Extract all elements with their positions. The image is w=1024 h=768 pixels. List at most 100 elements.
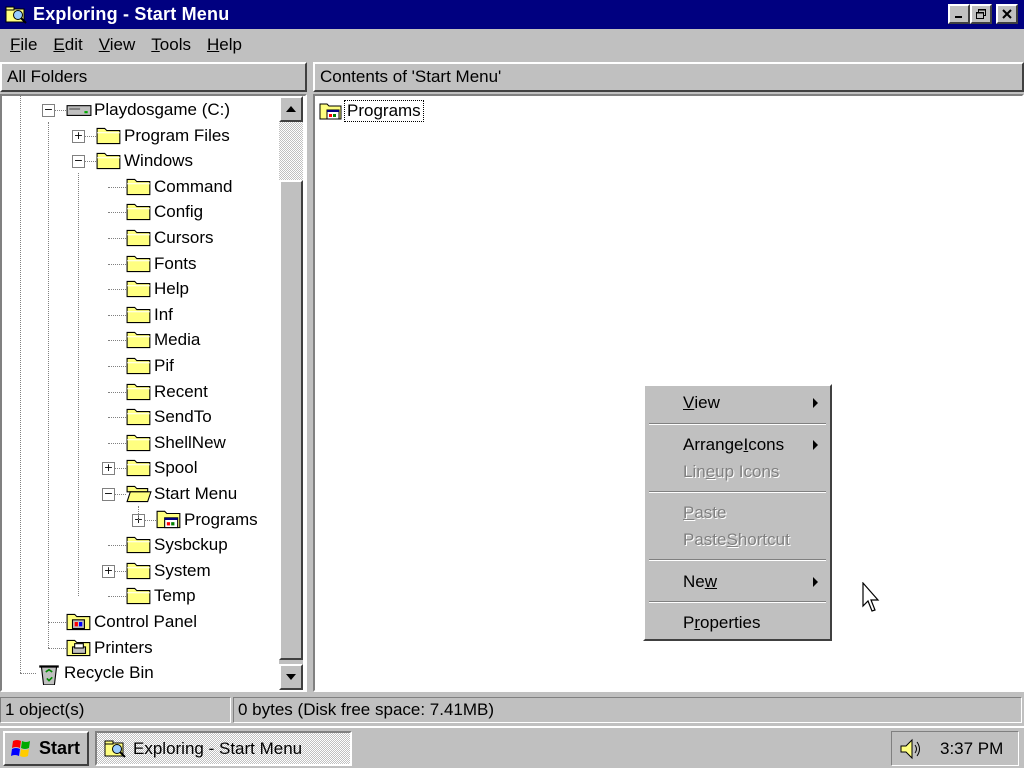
- tree-item[interactable]: Pif: [126, 354, 176, 378]
- tree-item[interactable]: System: [126, 559, 213, 583]
- status-object-count: 1 object(s): [0, 697, 231, 723]
- tree-item[interactable]: Command: [126, 175, 234, 199]
- tree-item[interactable]: ShellNew: [126, 431, 228, 455]
- folder-icon: [96, 153, 121, 170]
- folder-icon: [126, 434, 151, 451]
- menu-edit[interactable]: Edit: [45, 35, 90, 55]
- start-label: Start: [39, 738, 81, 758]
- recycle-bin-icon: [39, 665, 59, 686]
- expand-icon[interactable]: +: [72, 129, 85, 143]
- tree-connector: [108, 238, 126, 239]
- tree-item[interactable]: Fonts: [126, 252, 199, 276]
- context-menu: View Arrange Icons Lin e up Icons Paste P…: [643, 384, 832, 641]
- tree-item[interactable]: Start Menu: [126, 482, 239, 506]
- open-folder-icon: [126, 485, 152, 503]
- folder-icon: [126, 588, 151, 605]
- tree-scrollbar[interactable]: [279, 96, 303, 690]
- taskbar: Start Exploring - Start Menu 3:37 PM: [0, 726, 1024, 768]
- tree-connector: [108, 314, 126, 316]
- tree-connector: [48, 122, 49, 648]
- tree-item[interactable]: Cursors: [126, 226, 216, 250]
- tree-item-label: Printers: [94, 637, 153, 657]
- folder-icon: [126, 409, 151, 426]
- tree-item-label: Recent: [154, 381, 208, 401]
- title-bar[interactable]: Exploring - Start Menu: [0, 0, 1024, 29]
- tree-item-label: Windows: [124, 151, 193, 171]
- collapse-icon[interactable]: −: [102, 488, 115, 501]
- tree-item[interactable]: Program Files: [96, 124, 232, 148]
- status-objects-text: 1 object(s): [5, 700, 85, 719]
- menu-view[interactable]: View: [91, 35, 144, 55]
- submenu-arrow-icon: [813, 577, 818, 587]
- program-group-icon: [319, 103, 342, 120]
- system-tray: 3:37 PM: [891, 731, 1019, 766]
- restore-button[interactable]: [970, 4, 992, 24]
- scroll-thumb[interactable]: [279, 180, 303, 660]
- ctx-arrange-icons[interactable]: Arrange Icons: [647, 432, 828, 458]
- tree-item-label: Cursors: [154, 228, 214, 247]
- tree-item-label: Temp: [154, 586, 196, 606]
- tree-item-label: Command: [154, 176, 233, 196]
- ctx-separator: [649, 491, 826, 493]
- explorer-icon: [104, 740, 126, 758]
- close-button[interactable]: [996, 4, 1018, 24]
- tree-item[interactable]: Spool: [126, 456, 199, 480]
- folder-tree[interactable]: Playdosgame (C:) − Program Files + Windows − C…: [0, 94, 307, 692]
- window-controls: [948, 4, 1018, 24]
- ctx-new[interactable]: Ne w: [647, 569, 828, 595]
- control-panel-icon: [66, 613, 91, 631]
- tree-item[interactable]: Sysbckup: [126, 533, 230, 557]
- tree-item-label: SendTo: [154, 407, 212, 427]
- tree-item[interactable]: Help: [126, 277, 191, 301]
- submenu-arrow-icon: [813, 398, 818, 408]
- tree-item[interactable]: Recent: [126, 380, 210, 404]
- explorer-icon: [5, 6, 27, 24]
- ctx-properties[interactable]: Pr operties: [647, 610, 828, 636]
- scroll-track[interactable]: [279, 122, 303, 180]
- tree-connector: [108, 596, 126, 598]
- tree-item[interactable]: Windows: [96, 149, 195, 173]
- tree-item[interactable]: Inf: [126, 303, 175, 327]
- tree-item[interactable]: Printers: [66, 636, 155, 660]
- file-item-programs[interactable]: Programs: [319, 100, 424, 122]
- tree-item-label: Help: [154, 279, 189, 299]
- scroll-up-button[interactable]: [279, 96, 303, 122]
- tree-item-label: ShellNew: [154, 432, 226, 452]
- ctx-separator: [649, 601, 826, 603]
- minimize-button[interactable]: [948, 4, 970, 24]
- collapse-icon[interactable]: −: [42, 104, 55, 117]
- menu-tools[interactable]: Tools: [143, 35, 199, 55]
- tree-item[interactable]: Programs: [156, 508, 260, 532]
- expand-icon[interactable]: +: [102, 564, 115, 578]
- folder-icon: [126, 562, 151, 579]
- menu-help[interactable]: Help: [199, 35, 250, 55]
- tree-connector: [108, 366, 126, 367]
- tree-item[interactable]: Control Panel: [66, 610, 199, 634]
- tree-item[interactable]: Media: [126, 328, 202, 352]
- folder-icon: [126, 460, 151, 477]
- collapse-icon[interactable]: −: [72, 155, 85, 169]
- tree-item[interactable]: SendTo: [126, 405, 214, 429]
- tree-item[interactable]: Temp: [126, 584, 198, 608]
- ctx-view[interactable]: View: [647, 390, 828, 416]
- tree-connector: [108, 442, 126, 444]
- taskbar-button-explorer[interactable]: Exploring - Start Menu: [95, 731, 352, 766]
- tree-connector: [108, 545, 126, 547]
- tree-item-label: Recycle Bin: [64, 663, 154, 683]
- folder-icon: [126, 255, 151, 272]
- menu-file[interactable]: File: [2, 35, 45, 55]
- speaker-icon[interactable]: [898, 737, 924, 761]
- tree-connector: [108, 186, 126, 188]
- tree-connector: [48, 647, 66, 649]
- scroll-down-button[interactable]: [279, 664, 303, 690]
- all-folders-label: All Folders: [7, 67, 88, 86]
- tree-item[interactable]: Playdosgame (C:): [66, 98, 232, 122]
- drive-icon: [66, 105, 92, 116]
- tree-item[interactable]: Recycle Bin: [36, 661, 156, 686]
- tree-item[interactable]: Config: [126, 200, 205, 224]
- tree-item-label: Control Panel: [94, 612, 198, 631]
- expand-icon[interactable]: +: [102, 462, 115, 476]
- start-button[interactable]: Start: [3, 731, 89, 766]
- status-disk-info: 0 bytes (Disk free space: 7.41MB): [233, 697, 1022, 723]
- clock[interactable]: 3:37 PM: [940, 739, 1003, 759]
